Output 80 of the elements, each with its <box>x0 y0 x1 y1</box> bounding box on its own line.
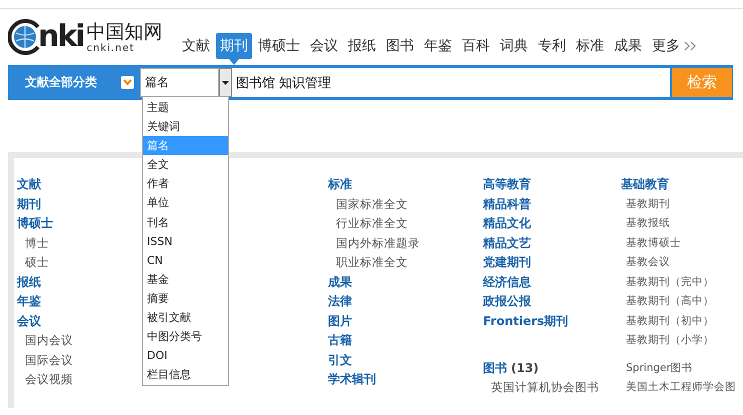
subcategory-link[interactable]: 基教报纸 <box>626 214 670 234</box>
subcategory-link[interactable]: 基教期刊（高中） <box>626 292 714 312</box>
subcategory-link[interactable]: 美国土木工程师学会图 <box>626 378 736 398</box>
logo-text: nki <box>38 22 84 52</box>
category-link[interactable]: 图书 <box>483 358 507 378</box>
category-dropdown[interactable]: 文献全部分类 <box>9 68 121 97</box>
category-link[interactable]: 博硕士 <box>17 214 53 234</box>
subcategory-link[interactable]: Springer图书 <box>626 358 693 378</box>
subcategory-link[interactable]: 国内外标准题录 <box>336 234 420 253</box>
category-link[interactable]: 精品文化 <box>483 214 531 234</box>
category-link[interactable]: 基础教育 <box>621 175 669 194</box>
menu-item[interactable]: 被引文献 <box>143 308 228 328</box>
subcategory-link[interactable]: 会议视频 <box>25 370 73 390</box>
menu-item[interactable]: DOI <box>143 346 228 366</box>
menu-item[interactable]: 基金 <box>143 270 228 289</box>
subcategory-link[interactable]: 国家标准全文 <box>336 194 408 214</box>
category-link[interactable]: 文献 <box>17 175 41 194</box>
nav-tab[interactable]: 专利 <box>534 33 570 59</box>
menu-item[interactable]: 关键词 <box>143 117 228 136</box>
nav-tab[interactable]: 更多 <box>648 33 684 59</box>
category-link[interactable]: 期刊 <box>17 194 41 214</box>
nav-tab[interactable]: 图书 <box>382 33 418 59</box>
subcategory-link[interactable]: 英国计算机协会图书 <box>491 378 599 398</box>
category-link[interactable]: 图片 <box>328 312 352 331</box>
item-count: (13) <box>511 360 539 376</box>
nav-tab[interactable]: 词典 <box>496 33 532 59</box>
category-link[interactable]: 报纸 <box>17 272 41 292</box>
subcategory-link[interactable]: 国内会议 <box>25 331 73 350</box>
category-link[interactable]: 精品文艺 <box>483 234 531 253</box>
nav-tab[interactable]: 期刊 <box>216 33 252 59</box>
search-field[interactable]: 图书馆 知识管理 <box>232 68 670 97</box>
menu-item[interactable]: 全文 <box>143 155 228 174</box>
subcategory-link[interactable]: 基教期刊（完中） <box>626 272 714 292</box>
double-chevron-icon[interactable] <box>684 41 698 51</box>
menu-item[interactable]: 主题 <box>143 98 228 118</box>
subcategory-link[interactable]: 行业标准全文 <box>336 214 408 234</box>
menu-item[interactable]: 作者 <box>143 174 228 194</box>
menu-item[interactable]: CN <box>143 250 228 270</box>
nav-tab[interactable]: 文献 <box>178 33 214 59</box>
category-link[interactable]: 党建期刊 <box>483 253 531 272</box>
menu-item[interactable]: 中图分类号 <box>143 327 228 346</box>
nav-tab[interactable]: 年鉴 <box>420 33 456 59</box>
chevron-icon[interactable] <box>121 76 134 89</box>
category-link[interactable]: 学术辑刊 <box>328 370 376 390</box>
menu-item[interactable]: 单位 <box>143 193 228 213</box>
logo-title: 中国知网 <box>86 20 163 42</box>
menu-item[interactable]: 栏目信息 <box>143 365 228 384</box>
category-link[interactable]: 法律 <box>328 292 352 312</box>
category-link[interactable]: 精品科普 <box>483 194 531 214</box>
menu-item[interactable]: 刊名 <box>143 212 228 232</box>
subcategory-link[interactable]: 国际会议 <box>25 350 73 370</box>
subcategory-link[interactable]: 硕士 <box>25 253 49 272</box>
category-link[interactable]: 会议 <box>17 312 41 331</box>
category-link[interactable]: 年鉴 <box>17 292 41 312</box>
category-link[interactable]: 古籍 <box>328 331 352 350</box>
category-link[interactable]: 政报公报 <box>483 292 531 312</box>
category-link[interactable]: 成果 <box>328 272 352 292</box>
nav-tab[interactable]: 报纸 <box>344 33 380 59</box>
subcategory-link[interactable]: 基教期刊（初中） <box>626 312 714 331</box>
subcategory-link[interactable]: 职业标准全文 <box>336 253 408 272</box>
nav-tab[interactable]: 会议 <box>306 33 342 59</box>
logo-domain: cnki.net <box>86 42 136 54</box>
subcategory-link[interactable]: 博士 <box>25 234 49 253</box>
nav-tab[interactable]: 成果 <box>610 33 646 59</box>
category-link[interactable]: 经济信息 <box>483 272 531 292</box>
category-link[interactable]: 高等教育 <box>483 175 531 194</box>
category-link[interactable]: 引文 <box>328 350 352 370</box>
nav-tab[interactable]: 百科 <box>458 33 494 59</box>
nav-tab[interactable]: 标准 <box>572 33 608 59</box>
field-select[interactable]: 篇名 <box>140 68 219 97</box>
menu-item[interactable]: 摘要 <box>143 288 228 308</box>
subcategory-link[interactable]: 基教会议 <box>626 253 670 272</box>
menu-item[interactable]: ISSN <box>143 232 228 251</box>
subcategory-link[interactable]: 基教期刊（小学） <box>626 331 714 350</box>
nav-tab[interactable]: 博硕士 <box>254 33 304 59</box>
globe-logo-icon <box>8 19 42 55</box>
category-link[interactable]: Frontiers期刊 <box>483 312 568 331</box>
subcategory-link[interactable]: 基教期刊 <box>626 194 670 214</box>
subcategory-link[interactable]: 基教博硕士 <box>626 234 681 253</box>
category-link[interactable]: 标准 <box>328 175 352 194</box>
